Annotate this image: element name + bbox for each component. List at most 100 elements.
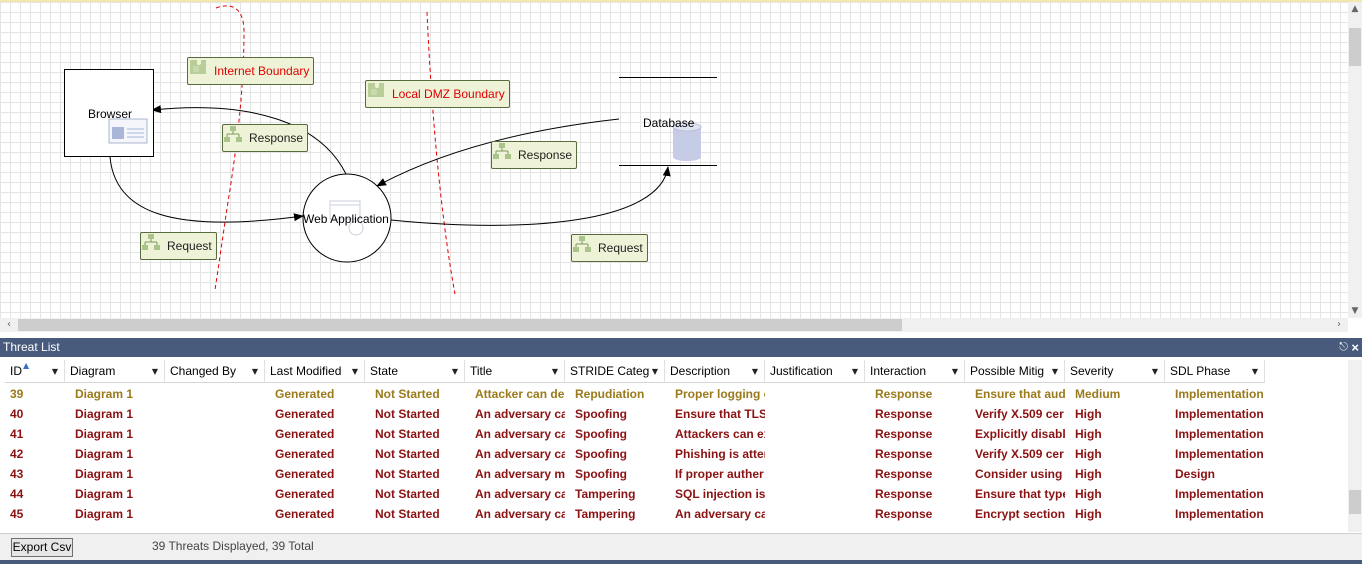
web-application-label: Web Application bbox=[303, 212, 389, 226]
column-header-title[interactable]: Title ▼ bbox=[465, 360, 565, 383]
cell-stride: Spoofing bbox=[575, 447, 627, 461]
internet-boundary-tag[interactable]: Internet Boundary bbox=[187, 57, 315, 85]
column-header-severity[interactable]: Severity ▼ bbox=[1065, 360, 1165, 383]
cell-phase: Implementation bbox=[1175, 427, 1264, 441]
local-dmz-boundary-tag[interactable]: Local DMZ Boundary bbox=[365, 80, 510, 108]
column-header-interaction[interactable]: Interaction ▼ bbox=[865, 360, 965, 383]
database-label: Database bbox=[643, 116, 695, 130]
response-browser-tag[interactable]: Response bbox=[222, 124, 309, 152]
browser-window-icon bbox=[108, 118, 148, 144]
cell-last-modified: Generated bbox=[275, 447, 335, 461]
filter-dropdown-icon[interactable]: ▼ bbox=[352, 360, 358, 382]
scroll-right-icon[interactable]: › bbox=[1332, 318, 1346, 332]
cell-state: Not Started bbox=[375, 467, 440, 481]
filter-dropdown-icon[interactable]: ▼ bbox=[752, 360, 758, 382]
column-header-mitigation[interactable]: Possible Mitig ▼ bbox=[965, 360, 1065, 383]
threat-grid[interactable]: ID ▲ ▼ Diagram ▼ Changed By ▼ Last Modified ▼ Sta… bbox=[0, 360, 1348, 532]
sort-ascending-icon: ▲ bbox=[23, 361, 30, 370]
cell-description: Proper logging o bbox=[675, 387, 765, 401]
canvas-vertical-scrollbar[interactable]: ▲ ▼ bbox=[1348, 2, 1362, 318]
canvas-horizontal-scroll-thumb[interactable] bbox=[18, 319, 902, 331]
cell-last-modified: Generated bbox=[275, 407, 335, 421]
column-header-label: SDL Phase bbox=[1170, 364, 1231, 378]
cell-title: Attacker can de bbox=[475, 387, 565, 401]
table-row[interactable]: 40 Diagram 1 Generated Not Started An advers… bbox=[0, 404, 1265, 424]
cell-description: An adversary ca bbox=[675, 507, 765, 521]
filter-dropdown-icon[interactable]: ▼ bbox=[952, 360, 958, 382]
cell-justification bbox=[765, 404, 865, 424]
cell-description: If proper auther bbox=[675, 467, 764, 481]
canvas-horizontal-scrollbar[interactable]: ‹ › bbox=[0, 318, 1348, 332]
filter-dropdown-icon[interactable]: ▼ bbox=[152, 360, 158, 382]
dataflow-icon bbox=[493, 143, 511, 159]
table-row[interactable]: 42 Diagram 1 Generated Not Started An advers… bbox=[0, 444, 1265, 464]
cell-id: 43 bbox=[10, 467, 24, 481]
column-header-phase[interactable]: SDL Phase ▼ bbox=[1165, 360, 1265, 383]
flow-request-from-browser[interactable] bbox=[109, 156, 304, 223]
column-header-stride[interactable]: STRIDE Categ ▼ bbox=[565, 360, 665, 383]
cell-state: Not Started bbox=[375, 447, 440, 461]
filter-dropdown-icon[interactable]: ▼ bbox=[252, 360, 258, 382]
column-header-label: Changed By bbox=[170, 364, 237, 378]
cell-changed-by bbox=[165, 424, 265, 444]
cell-interaction: Response bbox=[875, 447, 933, 461]
response-db-tag[interactable]: Response bbox=[491, 141, 578, 169]
cell-state: Not Started bbox=[375, 387, 440, 401]
cell-diagram: Diagram 1 bbox=[75, 467, 134, 481]
cell-interaction: Response bbox=[875, 427, 933, 441]
grid-vertical-scrollbar[interactable] bbox=[1348, 360, 1362, 532]
column-header-justification[interactable]: Justification ▼ bbox=[765, 360, 865, 383]
column-header-id[interactable]: ID ▲ ▼ bbox=[5, 360, 65, 383]
scroll-left-icon[interactable]: ‹ bbox=[2, 318, 16, 332]
request-db-tag[interactable]: Request bbox=[571, 234, 648, 262]
filter-dropdown-icon[interactable]: ▼ bbox=[452, 360, 458, 382]
cell-id: 45 bbox=[10, 507, 24, 521]
column-header-label: Interaction bbox=[870, 364, 927, 378]
request-browser-tag[interactable]: Request bbox=[140, 232, 217, 260]
column-header-diagram[interactable]: Diagram ▼ bbox=[65, 360, 165, 383]
filter-dropdown-icon[interactable]: ▼ bbox=[52, 360, 58, 382]
cell-severity: Medium bbox=[1075, 387, 1121, 401]
filter-dropdown-icon[interactable]: ▼ bbox=[1252, 360, 1258, 382]
diagram-canvas[interactable]: Browser Web Application Database Interne… bbox=[0, 2, 1348, 318]
column-header-description[interactable]: Description ▼ bbox=[665, 360, 765, 383]
cell-phase: Implementation bbox=[1175, 447, 1264, 461]
column-header-last-modified[interactable]: Last Modified ▼ bbox=[265, 360, 365, 383]
cell-justification bbox=[765, 384, 865, 404]
table-row[interactable]: 45 Diagram 1 Generated Not Started An advers… bbox=[0, 504, 1265, 524]
canvas-vertical-scroll-thumb[interactable] bbox=[1349, 28, 1361, 66]
column-header-state[interactable]: State ▼ bbox=[365, 360, 465, 383]
cell-interaction: Response bbox=[875, 467, 933, 481]
filter-dropdown-icon[interactable]: ▼ bbox=[852, 360, 858, 382]
dataflow-icon bbox=[142, 234, 160, 250]
table-row[interactable]: 43 Diagram 1 Generated Not Started An advers… bbox=[0, 464, 1265, 484]
cell-description: SQL injection is a bbox=[675, 487, 765, 501]
pin-icon[interactable]: ⎋ bbox=[1339, 338, 1348, 357]
grid-scroll-thumb[interactable] bbox=[1349, 490, 1361, 514]
flow-request-to-database[interactable] bbox=[390, 166, 671, 226]
filter-dropdown-icon[interactable]: ▼ bbox=[1152, 360, 1158, 382]
dataflow-icon bbox=[573, 236, 591, 252]
filter-dropdown-icon[interactable]: ▼ bbox=[552, 360, 558, 382]
filter-dropdown-icon[interactable]: ▼ bbox=[652, 360, 658, 382]
internet-boundary-label: Internet Boundary bbox=[214, 64, 310, 78]
cell-description: Attackers can ex bbox=[675, 427, 765, 441]
cell-description: Ensure that TLS bbox=[675, 407, 765, 421]
close-icon[interactable]: × bbox=[1351, 338, 1359, 357]
table-row[interactable]: 41 Diagram 1 Generated Not Started An advers… bbox=[0, 424, 1265, 444]
cell-severity: High bbox=[1075, 427, 1102, 441]
scroll-up-icon[interactable]: ▲ bbox=[1348, 2, 1362, 16]
cell-diagram: Diagram 1 bbox=[75, 387, 134, 401]
cell-changed-by bbox=[165, 504, 265, 524]
local-dmz-boundary-line[interactable] bbox=[426, 11, 456, 295]
cell-state: Not Started bbox=[375, 507, 440, 521]
scroll-down-icon[interactable]: ▼ bbox=[1348, 304, 1362, 318]
export-csv-button[interactable]: Export Csv bbox=[11, 538, 73, 557]
filter-dropdown-icon[interactable]: ▼ bbox=[1052, 360, 1058, 382]
column-header-label: Description bbox=[670, 364, 731, 378]
table-row[interactable]: 44 Diagram 1 Generated Not Started An advers… bbox=[0, 484, 1265, 504]
cell-phase: Implementation bbox=[1175, 387, 1264, 401]
column-header-changed-by[interactable]: Changed By ▼ bbox=[165, 360, 265, 383]
table-row[interactable]: 39 Diagram 1 Generated Not Started Attacker … bbox=[0, 384, 1265, 404]
cell-severity: High bbox=[1075, 447, 1102, 461]
